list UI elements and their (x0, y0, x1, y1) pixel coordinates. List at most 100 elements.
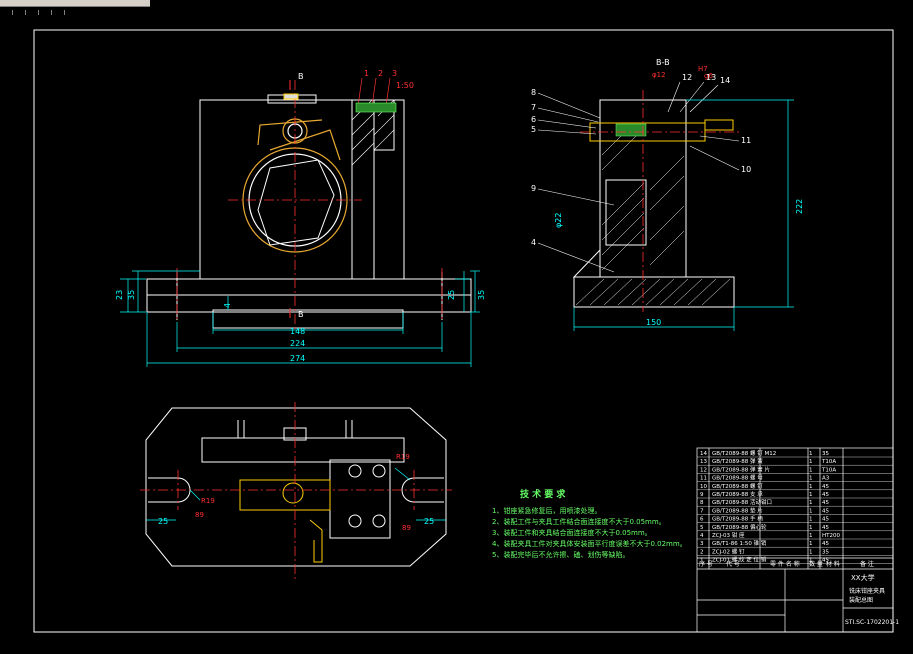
section-leaders (537, 81, 740, 273)
drawing-number: STI.SC-1702201-1 (845, 619, 899, 626)
tech-req-line: 4、装配夹具工件对夹具体安装面平行度误差不大于0.02mm。 (492, 539, 687, 548)
dim-left-inner: 35 (127, 290, 136, 300)
section-highlight (615, 123, 647, 137)
balloon-2: 2 (378, 69, 383, 78)
hex-workpiece (257, 159, 335, 246)
bom-cell: 9 (700, 492, 704, 498)
bom-cell: ZCJ-02 螺 钉 (712, 547, 745, 555)
jaw-column (351, 99, 375, 280)
drawing-title-2: 装配总图 (849, 596, 873, 604)
radius-left: R19 (201, 497, 215, 505)
bom-cell: T10A (821, 459, 836, 465)
bom-cell: GB/T2089-88 手 柄 (712, 515, 763, 523)
bom-cell: 45 (822, 500, 829, 506)
tech-req-line: 5、装配完毕后不允许擦、磕、划伤等缺陷。 (492, 550, 629, 559)
bom-cell: 45 (822, 541, 829, 547)
bom-cell: 14 (700, 451, 707, 457)
bom-cell: 12 (700, 467, 707, 473)
balloon-1: 1 (364, 69, 369, 78)
top-view (145, 407, 447, 567)
bom-cell: GB/T2089-88 螺 钉 (712, 482, 763, 490)
balloon-4: 4 (531, 238, 536, 247)
bom-cell: 1 (809, 492, 813, 498)
bom-cell: 45 (822, 517, 829, 523)
dim-274: 274 (290, 354, 305, 363)
balloon-9: 9 (531, 184, 536, 193)
section-mark-top: B (298, 72, 304, 81)
dim-right-outer: 25 (447, 290, 456, 300)
bom-header-cell: 备 注 (860, 560, 874, 568)
bom-cell: 1 (809, 517, 813, 523)
dim-phi22: φ22 (554, 213, 563, 228)
top-eccentric-clamp (239, 479, 331, 563)
drawing-canvas: B B 1 2 3 1:50 23 35 25 35 4 14 8 224 274 (33, 29, 899, 633)
school-name: XX大学 (851, 573, 875, 582)
bom-cell: 1 (809, 484, 813, 490)
bom-header-cell: 材 料 (826, 560, 840, 568)
fit-a: φ12 (652, 71, 666, 79)
bom-cell: 45 (822, 525, 829, 531)
bom-cell: 1 (809, 541, 813, 547)
drawing-title-1: 铣床钳座夹具 (849, 587, 885, 595)
bom-cell: 3 (700, 541, 704, 547)
fit-note: 1:50 (396, 81, 414, 90)
pin-highlight (355, 102, 397, 113)
bom-cell: 10 (700, 484, 707, 490)
dim-150: 150 (646, 318, 661, 327)
balloon-10: 10 (741, 165, 751, 174)
section-mark-bottom: B (298, 310, 304, 319)
section-hatch (575, 130, 731, 306)
dim-left-outer: 23 (115, 290, 124, 300)
bom-cell: 45 (822, 508, 829, 514)
bom-header-cell: 代 号 (726, 560, 740, 568)
section-dimensions (573, 99, 794, 331)
radius-right: R19 (396, 453, 410, 461)
bom-table: 14 GB/T2089-88 螺 钉 M12 1 3513 GB/T2089-88 弹 … (697, 449, 893, 564)
bom-cell: GB/T2089-88 螺 钉 M12 (712, 449, 776, 457)
top-centerlines (140, 402, 452, 580)
bom-header: 序 号 代 号 零 件 名 称 数 量 材 料 备 注 (699, 560, 874, 568)
balloon-3: 3 (392, 69, 397, 78)
section-title: B-B (656, 58, 670, 67)
bom-cell: HT200 (822, 533, 840, 539)
bom-cell: 11 (700, 476, 707, 482)
bom-header-cell: 数 量 (809, 560, 823, 568)
edge-left: 25 (158, 517, 168, 526)
edge-right: 25 (424, 517, 434, 526)
bom-cell: 1 (809, 508, 813, 514)
balloon-11: 11 (741, 136, 751, 145)
clamp-body (199, 99, 405, 280)
bom-cell: 1 (809, 549, 813, 555)
top-outline (145, 407, 447, 567)
section-base (573, 276, 735, 308)
bom-cell: 6 (700, 517, 704, 523)
balloon-7: 7 (531, 103, 536, 112)
bom-cell: 13 (700, 459, 707, 465)
title-block: XX大学 铣床钳座夹具 装配总图 STI.SC-1702201-1 (845, 573, 899, 626)
bom-cell: GB/T2089-88 螺 母 (712, 474, 763, 482)
front-centerlines (176, 80, 443, 330)
bom-cell: GB/T2089-88 活动钳口 (712, 498, 772, 506)
tech-req-line: 2、装配工件与夹具工件结合面连接度不大于0.05mm。 (492, 517, 666, 526)
bom-cell: 45 (822, 492, 829, 498)
bom-cell: 1 (809, 467, 813, 473)
slot-right-dim: 89 (402, 524, 411, 532)
bom-cell: 1 (809, 451, 813, 457)
top-dimensions (146, 467, 446, 521)
bom-cell: T10A (821, 467, 836, 473)
balloon-8: 8 (531, 88, 536, 97)
bom-cell: 1 (809, 533, 813, 539)
bom-cell: GB/T1-86 1:50 锥 销 (712, 539, 767, 547)
bom-cell: 35 (822, 451, 829, 457)
balloon-6: 6 (531, 115, 536, 124)
bom-cell: GB/T2089-88 垫 片 (712, 506, 763, 514)
bom-cell: 35 (822, 549, 829, 555)
bom-cell: A3 (822, 476, 830, 482)
dim-224: 224 (290, 339, 305, 348)
bom-cell: GB/T2089-88 偏心轮 (712, 523, 767, 531)
bom-cell: 1 (809, 500, 813, 506)
tech-req-line: 1、钳座紧急修复后，用喷漆处理。 (492, 506, 601, 515)
dim-right-inner: 35 (477, 290, 486, 300)
handle-knob (283, 93, 299, 100)
bom-cell: 7 (700, 508, 704, 514)
